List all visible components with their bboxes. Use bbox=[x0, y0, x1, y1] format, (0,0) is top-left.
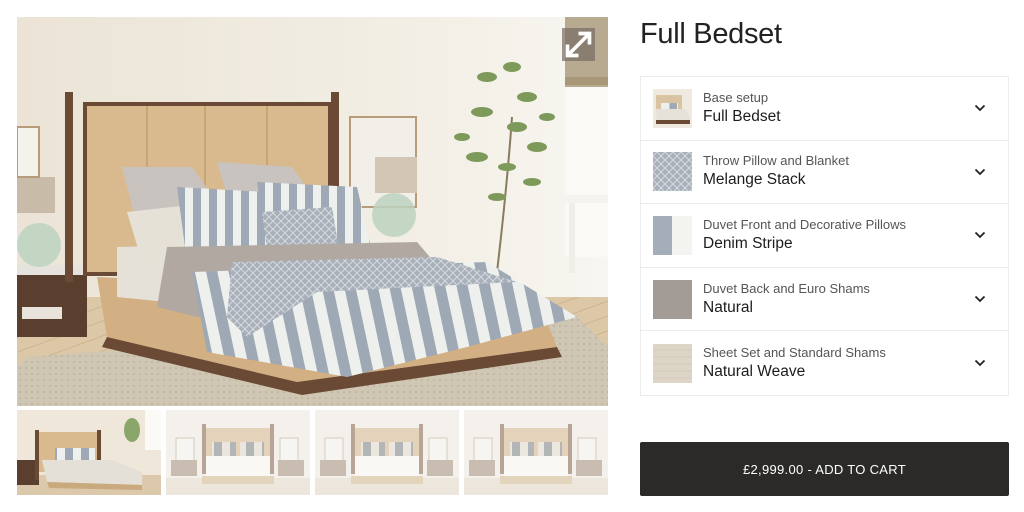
chevron-down-icon[interactable] bbox=[974, 231, 986, 239]
product-gallery bbox=[17, 17, 608, 495]
option-value: Full Bedset bbox=[703, 107, 781, 125]
bedroom-scene-illustration bbox=[17, 17, 608, 406]
thumbnail-image bbox=[315, 410, 459, 495]
throw-pillow-swatch bbox=[653, 152, 692, 192]
option-value: Natural bbox=[703, 298, 753, 316]
option-label: Throw Pillow and Blanket bbox=[703, 153, 849, 169]
add-to-cart-button[interactable]: £2,999.00 - ADD TO CART bbox=[640, 442, 1009, 496]
expand-arrows-icon bbox=[565, 31, 592, 58]
main-product-image[interactable] bbox=[17, 17, 608, 406]
duvet-front-swatch bbox=[653, 215, 692, 255]
option-duvet-back[interactable]: Duvet Back and Euro Shams Natural bbox=[641, 267, 1008, 332]
option-duvet-front[interactable]: Duvet Front and Decorative Pillows Denim… bbox=[641, 204, 1008, 268]
product-title: Full Bedset bbox=[640, 18, 782, 50]
thumbnail-image bbox=[17, 410, 161, 495]
thumbnail-image bbox=[464, 410, 608, 495]
thumbnail-4[interactable] bbox=[464, 410, 608, 495]
option-label: Duvet Front and Decorative Pillows bbox=[703, 216, 907, 232]
option-value: Melange Stack bbox=[703, 171, 806, 189]
chevron-down-icon[interactable] bbox=[974, 168, 986, 176]
stripe-swatch-icon bbox=[653, 215, 692, 255]
sheet-set-swatch bbox=[653, 343, 692, 383]
thumbnail-strip bbox=[17, 410, 608, 495]
thumbnail-2[interactable] bbox=[166, 410, 310, 495]
base-setup-swatch bbox=[653, 88, 692, 128]
chevron-down-icon[interactable] bbox=[974, 104, 986, 112]
option-base-setup[interactable]: Base setup Full Bedset bbox=[641, 77, 1008, 141]
diamond-knit-swatch-icon bbox=[653, 152, 692, 192]
option-value: Natural Weave bbox=[703, 362, 806, 380]
solid-swatch-icon bbox=[653, 279, 692, 319]
option-list: Base setup Full Bedset Throw Pillow and … bbox=[640, 76, 1009, 396]
duvet-back-swatch bbox=[653, 279, 692, 319]
option-label: Duvet Back and Euro Shams bbox=[703, 280, 870, 296]
thumbnail-image bbox=[166, 410, 310, 495]
thumbnail-3[interactable] bbox=[315, 410, 459, 495]
option-label: Sheet Set and Standard Shams bbox=[703, 344, 886, 360]
option-throw-pillow-blanket[interactable]: Throw Pillow and Blanket Melange Stack bbox=[641, 140, 1008, 205]
option-value: Denim Stripe bbox=[703, 234, 793, 252]
thumbnail-1[interactable] bbox=[17, 410, 161, 495]
weave-swatch-icon bbox=[653, 343, 692, 383]
bed-thumbnail-icon bbox=[653, 88, 692, 128]
option-label: Base setup bbox=[703, 89, 769, 105]
chevron-down-icon[interactable] bbox=[974, 295, 986, 303]
chevron-down-icon[interactable] bbox=[974, 359, 986, 367]
option-sheet-set[interactable]: Sheet Set and Standard Shams Natural Wea… bbox=[641, 331, 1008, 395]
expand-image-button[interactable] bbox=[562, 28, 595, 61]
